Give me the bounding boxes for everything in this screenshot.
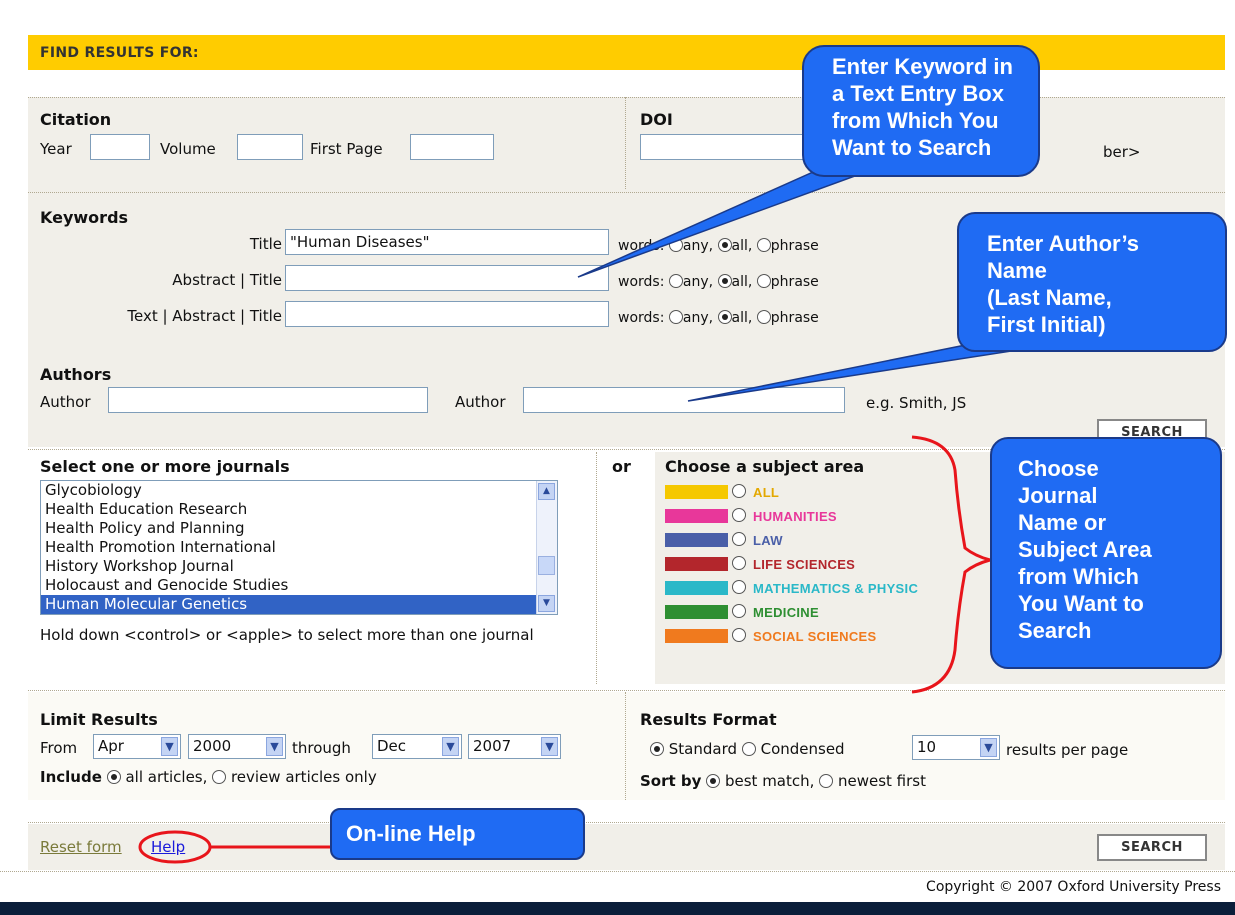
- author-callout: Enter Author’s Name (Last Name, First In…: [957, 212, 1227, 352]
- keyword-callout-pointer: [577, 159, 886, 278]
- keyword-callout-text: Enter Keyword in a Text Entry Box from W…: [832, 54, 1013, 160]
- journal-callout-text: Choose Journal Name or Subject Area from…: [1018, 456, 1152, 643]
- help-callout: On-line Help: [330, 808, 585, 860]
- subject-bracket: [911, 435, 996, 694]
- help-callout-text: On-line Help: [346, 821, 476, 846]
- author-callout-text: Enter Author’s Name (Last Name, First In…: [987, 231, 1139, 337]
- help-highlight-circle: [138, 830, 212, 864]
- journal-callout: Choose Journal Name or Subject Area from…: [990, 437, 1222, 669]
- keyword-callout: Enter Keyword in a Text Entry Box from W…: [802, 45, 1040, 177]
